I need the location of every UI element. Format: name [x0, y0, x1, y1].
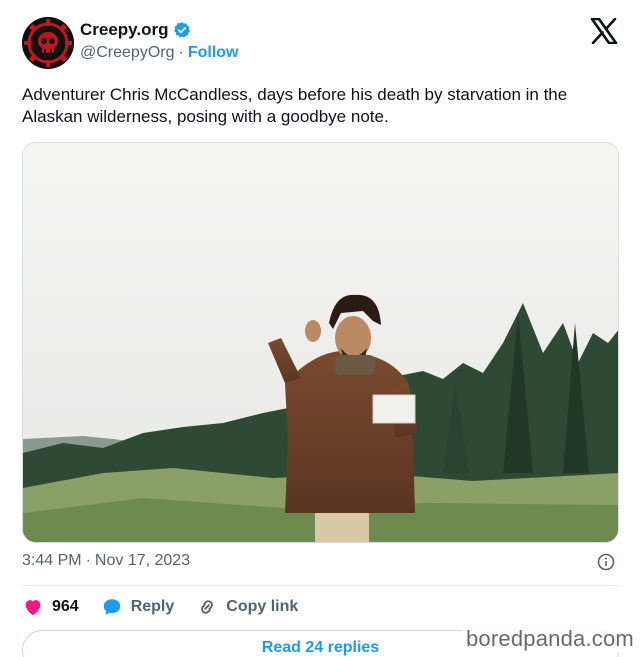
author-handle[interactable]: @CreepyOrg: [80, 44, 175, 62]
like-button[interactable]: 964: [22, 596, 79, 618]
tweet-timestamp[interactable]: 3:44 PM · Nov 17, 2023: [22, 552, 190, 570]
action-bar: 964 Reply Copy link: [22, 596, 320, 618]
tweet-time: 3:44 PM: [22, 552, 82, 569]
skull-icon: [22, 17, 74, 69]
copy-link-button[interactable]: Copy link: [196, 596, 298, 618]
reply-button[interactable]: Reply: [101, 596, 175, 618]
reply-label: Reply: [130, 598, 175, 615]
tweet-card: Creepy.org @CreepyOrg · Follow Adventure…: [0, 0, 640, 657]
heart-icon: [25, 600, 41, 616]
timestamp-separator: ·: [85, 552, 91, 569]
follow-button[interactable]: Follow: [188, 44, 239, 62]
likes-count: 964: [52, 598, 79, 615]
copy-link-label: Copy link: [226, 598, 299, 615]
author-block: Creepy.org @CreepyOrg · Follow: [80, 20, 238, 62]
link-icon: [201, 600, 214, 614]
info-icon[interactable]: [597, 553, 615, 571]
handle-separator: ·: [178, 44, 184, 61]
verified-badge-icon: [173, 22, 190, 38]
tweet-photo[interactable]: [22, 142, 619, 543]
x-logo-icon[interactable]: [590, 18, 618, 44]
reply-bubble-icon: [103, 599, 120, 615]
divider: [22, 585, 619, 586]
avatar[interactable]: [22, 17, 74, 69]
watermark: boredpanda.com: [462, 626, 638, 652]
author-name[interactable]: Creepy.org: [80, 20, 169, 40]
tweet-date: Nov 17, 2023: [94, 552, 191, 569]
tweet-text: Adventurer Chris McCandless, days before…: [22, 85, 568, 126]
photo: [23, 143, 618, 542]
